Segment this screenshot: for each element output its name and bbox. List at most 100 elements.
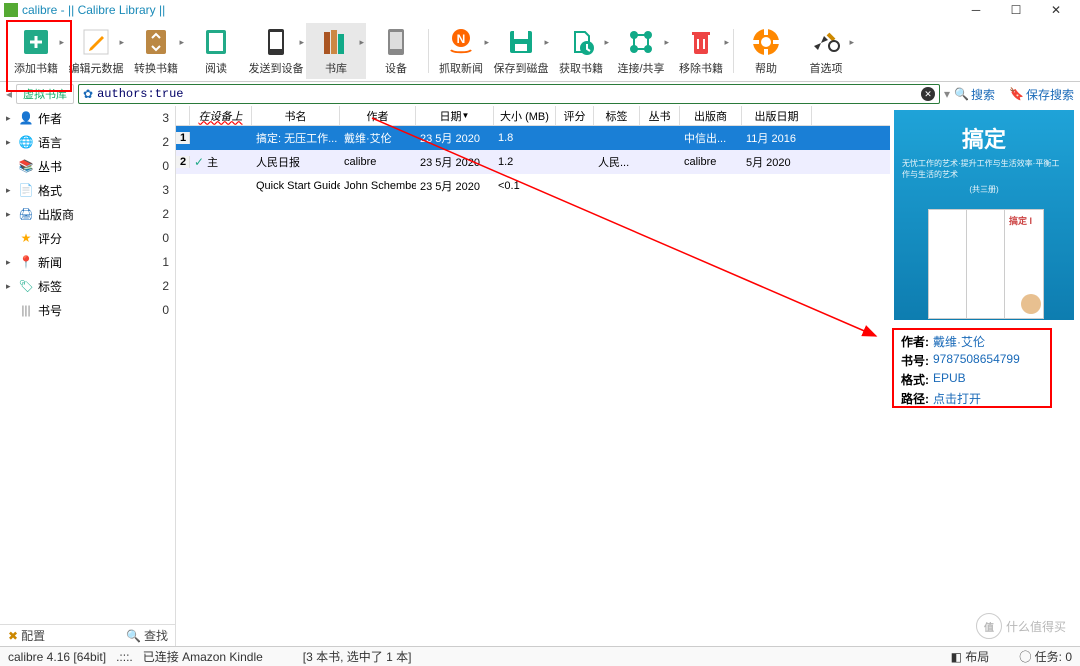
save-search-button[interactable]: 🔖保存搜索: [1009, 86, 1074, 103]
chevron-down-icon[interactable]: ▸: [664, 37, 669, 48]
column-header[interactable]: 出版日期: [742, 106, 812, 125]
chevron-down-icon[interactable]: ▸: [484, 37, 489, 48]
tool-news[interactable]: N抓取新闻▸: [431, 23, 491, 79]
column-header[interactable]: 作者: [340, 106, 416, 125]
virtual-library-button[interactable]: 虚拟书库: [16, 84, 74, 104]
sidebar-item-format[interactable]: ▸📄格式3: [0, 178, 175, 202]
tool-share[interactable]: 连接/共享▸: [611, 23, 671, 79]
sidebar-item-publisher[interactable]: ▸🖨出版商2: [0, 202, 175, 226]
library-icon: [320, 26, 352, 58]
column-header[interactable]: 出版商: [680, 106, 742, 125]
search-box[interactable]: ✿ ✕: [78, 84, 940, 104]
close-button[interactable]: ✕: [1036, 0, 1076, 20]
maximize-button[interactable]: ☐: [996, 0, 1036, 20]
chevron-down-icon[interactable]: ▸: [849, 37, 854, 48]
tool-library[interactable]: 书库▸: [306, 23, 366, 79]
chevron-down-icon[interactable]: ▸: [299, 37, 304, 48]
sidebar-item-tags[interactable]: ▸🏷标签2: [0, 274, 175, 298]
tool-add[interactable]: 添加书籍▸: [6, 23, 66, 79]
chevron-down-icon[interactable]: ▸: [724, 37, 729, 48]
prefs-icon: [810, 26, 842, 58]
sidebar-count: 1: [162, 255, 169, 269]
expand-icon[interactable]: ▸: [6, 185, 14, 196]
expand-icon[interactable]: ▸: [6, 281, 14, 292]
expand-icon[interactable]: ▸: [6, 137, 14, 148]
sidebar-item-news[interactable]: ▸📍新闻1: [0, 250, 175, 274]
tool-dev2[interactable]: 设备: [366, 23, 426, 79]
meta-format[interactable]: EPUB: [933, 371, 966, 388]
meta-isbn[interactable]: 9787508654799: [933, 352, 1020, 369]
sidebar-item-author[interactable]: ▸👤作者3: [0, 106, 175, 130]
cell-pubdate: 11月 2016: [742, 130, 812, 146]
tool-remove[interactable]: 移除书籍▸: [671, 23, 731, 79]
expand-icon[interactable]: ▸: [6, 209, 14, 220]
tool-get[interactable]: 获取书籍▸: [551, 23, 611, 79]
help-icon: [750, 26, 782, 58]
chevron-down-icon[interactable]: ▸: [359, 37, 364, 48]
jobs-button[interactable]: ◯ 任务: 0: [1019, 648, 1072, 665]
book-cover[interactable]: 搞定 无忧工作的艺术·提升工作与生活效率·平衡工作与生活的艺术 (共三册) 搞定…: [894, 110, 1074, 320]
tool-label: 阅读: [205, 60, 227, 76]
column-header[interactable]: [176, 106, 190, 125]
table-row[interactable]: 1搞定: 无压工作...戴维·艾伦23 5月 20201.8中信出...11月 …: [176, 126, 890, 150]
tool-help[interactable]: 帮助: [736, 23, 796, 79]
cell-publisher: 中信出...: [680, 130, 742, 146]
column-header[interactable]: 标签: [594, 106, 640, 125]
get-icon: [565, 26, 597, 58]
cell-title: Quick Start Guide: [252, 180, 340, 192]
sidebar-count: 2: [162, 279, 169, 293]
column-header[interactable]: 日期 ▼: [416, 106, 494, 125]
sidebar-label: 语言: [38, 134, 158, 151]
sidebar-label: 格式: [38, 182, 158, 199]
clear-search-icon[interactable]: ✕: [921, 87, 935, 101]
tool-prefs[interactable]: 首选项▸: [796, 23, 856, 79]
tool-read[interactable]: 阅读: [186, 23, 246, 79]
tool-edit[interactable]: 编辑元数据 ▸: [66, 23, 126, 79]
meta-path-label: 路径:: [901, 390, 929, 407]
dropdown-icon[interactable]: ▾: [944, 87, 950, 101]
find-button[interactable]: 🔍查找: [126, 627, 168, 644]
chevron-down-icon[interactable]: ▸: [179, 37, 184, 48]
meta-path[interactable]: 点击打开: [933, 390, 981, 407]
column-header[interactable]: 书名: [252, 106, 340, 125]
left-collapse-icon[interactable]: ◂: [6, 87, 12, 101]
sidebar-count: 0: [162, 303, 169, 317]
sidebar-item-rating[interactable]: ★评分0: [0, 226, 175, 250]
sidebar-item-id[interactable]: |||书号0: [0, 298, 175, 322]
chevron-down-icon[interactable]: ▸: [119, 37, 124, 48]
meta-author[interactable]: 戴维·艾伦: [933, 333, 985, 350]
cell-num: 2: [176, 156, 190, 168]
table-header: 在设备上书名作者日期 ▼大小 (MB)评分标签丛书出版商出版日期: [176, 106, 890, 126]
sidebar-label: 丛书: [38, 158, 158, 175]
tool-device[interactable]: 发送到设备▸: [246, 23, 306, 79]
column-header[interactable]: 大小 (MB): [494, 106, 556, 125]
cell-author: John Schember: [340, 180, 416, 192]
table-row[interactable]: 2✓ 主人民日报calibre23 5月 20201.2人民...calibre…: [176, 150, 890, 174]
cover-series: (共三册): [969, 184, 998, 195]
column-header[interactable]: 丛书: [640, 106, 680, 125]
chevron-down-icon[interactable]: ▸: [544, 37, 549, 48]
tool-label: 编辑元数据: [69, 60, 124, 76]
read-icon: [200, 26, 232, 58]
watermark: 值什么值得买: [976, 613, 1066, 639]
minimize-button[interactable]: ─: [956, 0, 996, 20]
chevron-down-icon[interactable]: ▸: [604, 37, 609, 48]
expand-icon[interactable]: ▸: [6, 113, 14, 124]
config-button[interactable]: ✖配置: [8, 627, 45, 644]
column-header[interactable]: 评分: [556, 106, 594, 125]
search-button[interactable]: 🔍搜索: [954, 86, 995, 103]
table-row[interactable]: Quick Start GuideJohn Schember23 5月 2020…: [176, 174, 890, 198]
column-header[interactable]: 在设备上: [190, 106, 252, 125]
tool-save[interactable]: 保存到磁盘▸: [491, 23, 551, 79]
sidebar-item-series[interactable]: 📚丛书0: [0, 154, 175, 178]
publisher-icon: 🖨: [18, 206, 34, 222]
sidebar-item-lang[interactable]: ▸🌐语言2: [0, 130, 175, 154]
tool-convert[interactable]: 转换书籍▸: [126, 23, 186, 79]
chevron-down-icon[interactable]: ▸: [59, 37, 64, 48]
layout-button[interactable]: ◧ 布局: [951, 648, 990, 665]
expand-icon[interactable]: ▸: [6, 257, 14, 268]
search-input[interactable]: [97, 87, 921, 101]
cell-author: 戴维·艾伦: [340, 130, 416, 146]
remove-icon: [685, 26, 717, 58]
gear-icon[interactable]: ✿: [83, 87, 93, 101]
